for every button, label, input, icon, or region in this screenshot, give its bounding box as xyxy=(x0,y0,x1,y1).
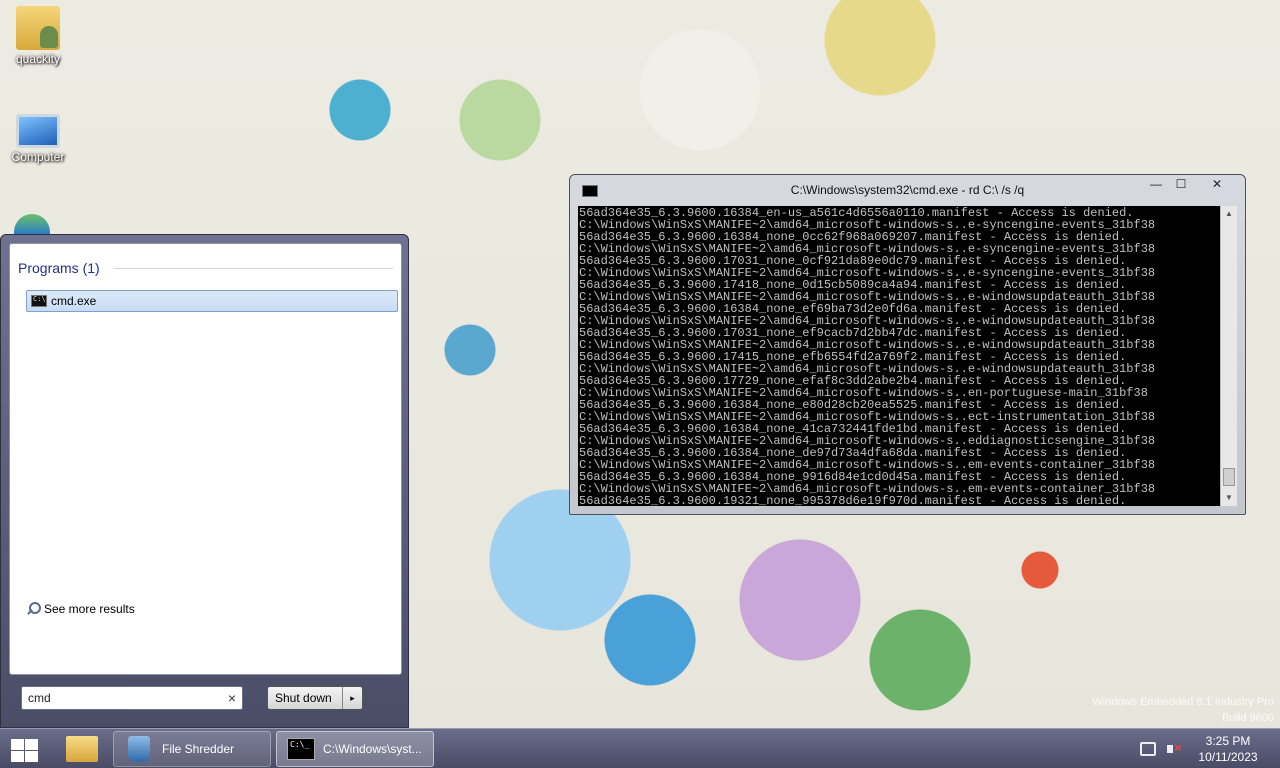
divider xyxy=(114,268,393,269)
scroll-thumb[interactable] xyxy=(1223,468,1235,486)
cmd-window[interactable]: C:\Windows\system32\cmd.exe - rd C:\ /s … xyxy=(569,174,1246,515)
shredder-icon xyxy=(128,736,150,762)
desktop-icon-label: Computer xyxy=(11,150,65,164)
taskbar-item-cmd[interactable]: C:\Windows\syst... xyxy=(276,731,434,767)
desktop-icon-quackity[interactable]: quackity xyxy=(0,6,76,66)
cmd-output-line: 56ad364e35_6.3.9600.19321_none_995378d6e… xyxy=(579,494,1127,506)
taskbar-item-file-shredder[interactable]: File Shredder xyxy=(113,731,271,767)
taskbar-item-explorer[interactable] xyxy=(56,731,108,767)
shutdown-button[interactable]: Shut down ▸ xyxy=(267,686,363,710)
search-input-value: cmd xyxy=(28,691,51,705)
network-globe-icon[interactable] xyxy=(14,214,50,234)
close-button[interactable]: ✕ xyxy=(1202,177,1232,193)
watermark-line1: Windows Embedded 8.1 Industry Pro xyxy=(1092,696,1274,708)
windows-logo-pane xyxy=(11,739,24,750)
see-more-results-link[interactable]: See more results xyxy=(26,602,135,616)
start-menu: Programs (1) cmd.exe See more results cm… xyxy=(0,234,409,728)
start-menu-results-pane: Programs (1) cmd.exe See more results xyxy=(9,243,402,675)
clock-date: 10/11/2023 xyxy=(1198,750,1258,764)
cmd-icon xyxy=(31,295,47,307)
cmd-scrollbar[interactable]: ▲ ▼ xyxy=(1220,206,1237,506)
taskbar-item-label: File Shredder xyxy=(162,742,235,756)
scroll-down-icon[interactable]: ▼ xyxy=(1221,490,1237,506)
scroll-up-icon[interactable]: ▲ xyxy=(1221,206,1237,222)
user-folder-icon xyxy=(16,6,60,50)
programs-header: Programs (1) xyxy=(18,260,100,276)
windows-logo-pane xyxy=(25,739,38,750)
shutdown-label: Shut down xyxy=(275,691,332,705)
os-watermark: Windows Embedded 8.1 Industry Pro Build … xyxy=(1092,694,1274,726)
computer-icon xyxy=(16,114,60,148)
taskbar: File Shredder C:\Windows\syst... 3:25 PM… xyxy=(0,728,1280,768)
system-tray xyxy=(1140,729,1192,768)
result-item-label: cmd.exe xyxy=(51,294,97,308)
minimize-button[interactable]: — xyxy=(1144,177,1168,193)
desktop-icon-computer[interactable]: Computer xyxy=(0,114,76,164)
start-button[interactable] xyxy=(8,737,40,763)
windows-logo-pane xyxy=(11,751,24,762)
windows-logo-pane xyxy=(25,751,38,762)
watermark-line2: Build 9600 xyxy=(1222,712,1274,724)
result-item-cmd[interactable]: cmd.exe xyxy=(26,290,398,312)
search-icon xyxy=(26,602,41,616)
taskbar-item-label: C:\Windows\syst... xyxy=(323,742,422,756)
clock-time: 3:25 PM xyxy=(1205,734,1251,748)
folder-icon xyxy=(66,736,98,762)
volume-muted-icon[interactable] xyxy=(1166,740,1182,756)
see-more-label: See more results xyxy=(44,602,135,616)
cmd-title-bar[interactable]: C:\Windows\system32\cmd.exe - rd C:\ /s … xyxy=(570,175,1245,203)
clear-search-icon[interactable]: × xyxy=(228,687,236,709)
taskbar-clock[interactable]: 3:25 PM 10/11/2023 xyxy=(1188,733,1268,765)
maximize-button[interactable]: ☐ xyxy=(1169,177,1193,193)
cmd-icon xyxy=(287,738,315,760)
cmd-output[interactable]: 56ad364e35_6.3.9600.16384_en-us_a561c4d6… xyxy=(578,206,1220,506)
shutdown-options-arrow-icon[interactable]: ▸ xyxy=(342,687,362,709)
desktop-icon-label: quackity xyxy=(15,52,61,66)
network-icon[interactable] xyxy=(1140,742,1156,756)
search-input[interactable]: cmd × xyxy=(21,686,243,710)
